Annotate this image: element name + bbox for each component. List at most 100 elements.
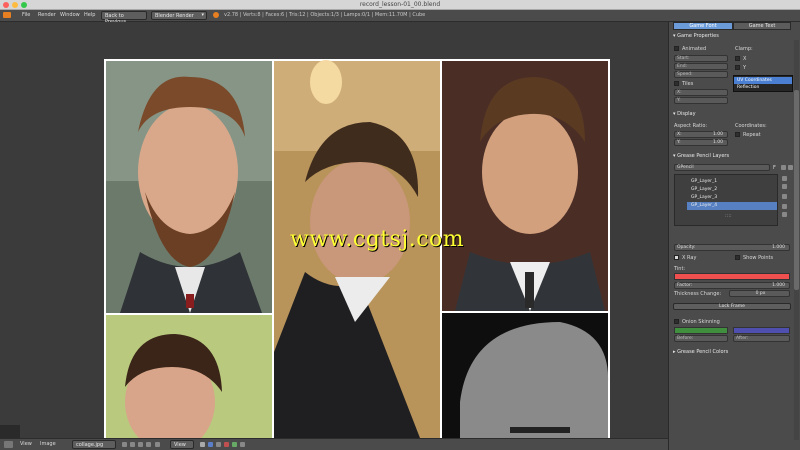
speed-field[interactable]: Speed: [674, 71, 728, 78]
new-gpencil-icon[interactable] [781, 165, 786, 170]
onion-after-field[interactable]: After: [733, 335, 790, 342]
factor-slider[interactable]: Factor: 1.000 [674, 282, 790, 289]
unlink-image-icon[interactable] [146, 442, 151, 447]
repeat-checkbox[interactable] [735, 132, 740, 137]
layer-name: GP_Layer_3 [691, 195, 718, 200]
remove-layer-icon[interactable] [782, 184, 787, 189]
lock-frame-button[interactable]: Lock Frame [673, 303, 791, 310]
pin-icon[interactable] [155, 442, 160, 447]
fake-user-label[interactable]: F [773, 165, 776, 171]
show-points-checkbox[interactable] [735, 255, 740, 260]
tiles-y-field[interactable]: Y: [674, 97, 728, 104]
display-header[interactable]: ▾ Display [673, 111, 696, 117]
tint-color-swatch[interactable] [674, 273, 790, 280]
open-image-icon[interactable] [138, 442, 143, 447]
list-resize-handle[interactable]: :::: [725, 213, 732, 219]
tiles-x-label: X: [677, 90, 682, 95]
blender-logo-icon [213, 12, 219, 18]
animated-checkbox[interactable] [674, 46, 679, 51]
thickness-change-field[interactable]: 0 px [729, 290, 790, 297]
game-properties-header[interactable]: ▾ Game Properties [673, 33, 719, 39]
properties-scrollbar-thumb[interactable] [794, 90, 799, 290]
onion-after-color[interactable] [733, 327, 790, 334]
menu-file[interactable]: File [22, 12, 30, 18]
opacity-slider[interactable]: Opacity: 1.000 [674, 244, 790, 251]
grease-pencil-header[interactable]: ▾ Grease Pencil Layers [673, 153, 729, 159]
gpencil-datablock[interactable]: GPencil [674, 164, 770, 171]
factor-value: 1.000 [772, 283, 785, 288]
move-layer-up-icon[interactable] [782, 204, 787, 209]
alpha-channel-icon[interactable] [240, 442, 245, 447]
snap-icon[interactable] [200, 442, 205, 447]
menu-help[interactable]: Help [84, 12, 95, 18]
clamp-label: Clamp: [735, 46, 753, 52]
view-mode-label: View [174, 442, 186, 448]
window-titlebar: record_lesson-01_00.blend [0, 0, 800, 10]
view-mode-dropdown[interactable]: View [170, 440, 194, 449]
thickness-change-label: Thickness Change: [674, 291, 722, 297]
layer-item-4[interactable]: GP_Layer_4 [687, 202, 777, 210]
layer-menu-icon[interactable] [782, 194, 787, 199]
back-to-previous-button[interactable]: Back to Previous [101, 11, 147, 25]
end-field[interactable]: End: [674, 63, 728, 70]
xray-checkbox[interactable] [674, 255, 679, 260]
add-layer-icon[interactable] [782, 176, 787, 181]
menu-render[interactable]: Render [38, 12, 56, 18]
chandelier-light [310, 60, 342, 104]
tint-label: Tint: [674, 266, 686, 272]
grease-pencil-icon[interactable] [216, 442, 221, 447]
move-layer-down-icon[interactable] [782, 212, 787, 217]
layer-name: GP_Layer_2 [691, 187, 718, 192]
start-label: Start: [677, 56, 690, 61]
mapping-dropdown-menu: UV Coordinates Reflection [733, 75, 793, 92]
option-uv-coordinates[interactable]: UV Coordinates [734, 77, 792, 84]
aspect-y-field[interactable]: Y: 1.00 [674, 139, 728, 146]
option-reflection[interactable]: Reflection [734, 84, 792, 91]
menu-window[interactable]: Window [60, 12, 80, 18]
image-editor-viewport[interactable]: www.cgtsj.com [0, 22, 668, 438]
layer-name: GP_Layer_4 [691, 203, 718, 208]
color-channel-icon[interactable] [232, 442, 237, 447]
display-title: Display [677, 111, 696, 117]
tab-game-text[interactable]: Game Text [733, 22, 791, 30]
aspect-y-value: 1.00 [712, 140, 723, 145]
onion-skinning-checkbox[interactable] [674, 319, 679, 324]
display-channels-icon[interactable] [208, 442, 213, 447]
tiles-checkbox[interactable] [674, 81, 679, 86]
grease-pencil-title: Grease Pencil Layers [677, 153, 730, 159]
tiles-x-field[interactable]: X: [674, 89, 728, 96]
clamp-y-checkbox[interactable] [735, 65, 740, 70]
menu-view[interactable]: View [20, 441, 32, 447]
render-slot-icon[interactable] [224, 442, 229, 447]
unlink-gpencil-icon[interactable] [788, 165, 793, 170]
onion-before-field[interactable]: Before: [674, 335, 728, 342]
tiles-label: Tiles [682, 81, 694, 87]
photo-smiling-man-tie [525, 272, 534, 308]
start-field[interactable]: Start: [674, 55, 728, 62]
editor-type-icon[interactable] [4, 441, 13, 448]
layer-name: GP_Layer_1 [691, 179, 718, 184]
menu-image[interactable]: Image [40, 441, 56, 447]
tab-game-font[interactable]: Game Font [673, 22, 733, 30]
layer-item-2[interactable]: GP_Layer_2 [687, 186, 777, 194]
photo-smiling-man-face [482, 110, 578, 234]
blender-menu-icon[interactable] [3, 12, 11, 18]
layer-item-1[interactable]: GP_Layer_1 [687, 178, 777, 186]
aspect-x-label: X: [677, 132, 682, 137]
layer-item-3[interactable]: GP_Layer_3 [687, 194, 777, 202]
aspect-x-value: 1.00 [712, 132, 723, 137]
watermark-text: www.cgtsj.com [290, 227, 465, 252]
aspect-x-field[interactable]: X: 1.00 [674, 131, 728, 138]
info-header: File Render Window Help Back to Previous… [0, 10, 800, 25]
clamp-x-checkbox[interactable] [735, 56, 740, 61]
new-image-icon[interactable] [130, 442, 135, 447]
fake-user-icon[interactable] [122, 442, 127, 447]
render-engine-dropdown[interactable]: Blender Render ▾ [151, 11, 207, 20]
clamp-y-label: Y [743, 65, 747, 71]
grease-pencil-colors-header[interactable]: ▸ Grease Pencil Colors [673, 349, 728, 355]
chevron-down-icon: ▾ [201, 12, 204, 18]
aspect-y-label: Y: [677, 140, 681, 145]
onion-before-color[interactable] [674, 327, 728, 334]
window-title: record_lesson-01_00.blend [359, 1, 441, 8]
image-selector[interactable]: collage.jpg [72, 440, 116, 449]
